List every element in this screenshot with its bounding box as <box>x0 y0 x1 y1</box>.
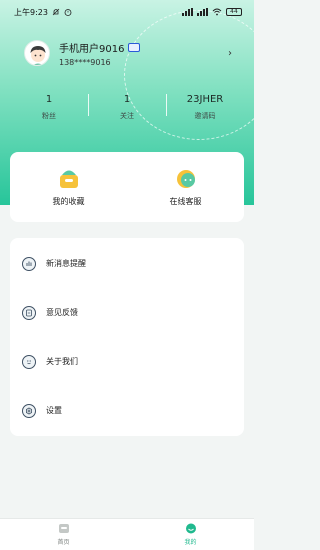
menu-item-settings[interactable]: 设置 <box>10 386 244 435</box>
menu-card: 新消息提醒 意见反馈 关于我们 设置 <box>10 238 244 436</box>
battery-icon: 44 <box>226 8 242 16</box>
signal-icon <box>182 8 193 16</box>
about-icon <box>22 354 36 369</box>
stat-value: 1 <box>45 93 53 105</box>
menu-label: 新消息提醒 <box>46 259 86 268</box>
stat-label: 关注 <box>120 111 134 120</box>
feedback-icon <box>22 305 36 320</box>
bottom-tab-bar: 首页 我的 <box>0 518 254 550</box>
tab-label: 我的 <box>184 539 197 546</box>
tab-label: 首页 <box>57 539 70 546</box>
stat-followers[interactable]: 1 粉丝 <box>10 90 88 124</box>
stat-label: 邀请码 <box>194 111 216 120</box>
menu-label: 设置 <box>46 406 62 415</box>
my-collection-button[interactable]: 我的收藏 <box>10 152 127 222</box>
username-row: 手机用户9016 <box>59 40 228 55</box>
avatar[interactable] <box>24 40 50 66</box>
mute-icon <box>52 8 60 16</box>
settings-icon <box>22 403 36 418</box>
stat-invite-code[interactable]: 23JHER 邀请码 <box>166 90 244 124</box>
tab-home[interactable]: 首页 <box>0 519 127 550</box>
menu-label: 关于我们 <box>46 357 78 366</box>
phone-number: 138****9016 <box>59 57 111 67</box>
member-badge-icon <box>128 42 141 52</box>
online-service-button[interactable]: 在线客服 <box>127 152 244 222</box>
quick-actions-card: 我的收藏 在线客服 <box>10 152 244 222</box>
status-time: 上午9:23 <box>14 7 48 17</box>
stat-label: 粉丝 <box>42 111 56 120</box>
message-alert-icon <box>22 256 36 271</box>
quick-label: 我的收藏 <box>52 196 85 206</box>
menu-item-message-alert[interactable]: 新消息提醒 <box>10 239 244 288</box>
profile-row[interactable]: 手机用户9016 138****9016 › <box>24 38 232 68</box>
mine-icon <box>185 523 196 534</box>
chevron-right-icon[interactable]: › <box>228 48 232 59</box>
home-icon <box>58 524 69 533</box>
alarm-icon <box>64 9 72 16</box>
menu-item-about[interactable]: 关于我们 <box>10 337 244 386</box>
username: 手机用户9016 <box>59 43 125 55</box>
stat-value: 23JHER <box>186 93 224 105</box>
quick-label: 在线客服 <box>169 196 202 206</box>
status-bar: 上午9:23 44 <box>0 0 254 24</box>
customer-service-icon <box>176 169 195 188</box>
menu-label: 意见反馈 <box>46 308 78 317</box>
profile-text: 手机用户9016 138****9016 <box>59 40 228 67</box>
status-left: 上午9:23 <box>14 7 72 18</box>
menu-item-feedback[interactable]: 意见反馈 <box>10 288 244 337</box>
status-right: 44 <box>182 8 242 16</box>
stat-value: 1 <box>123 93 131 105</box>
collection-icon <box>59 170 78 188</box>
wifi-icon <box>212 8 222 16</box>
signal-icon-2 <box>197 8 208 16</box>
tab-mine[interactable]: 我的 <box>127 519 254 550</box>
avatar-face-icon <box>30 46 46 65</box>
stats-row: 1 粉丝 1 关注 23JHER 邀请码 <box>10 90 244 124</box>
stat-following[interactable]: 1 关注 <box>88 90 166 124</box>
